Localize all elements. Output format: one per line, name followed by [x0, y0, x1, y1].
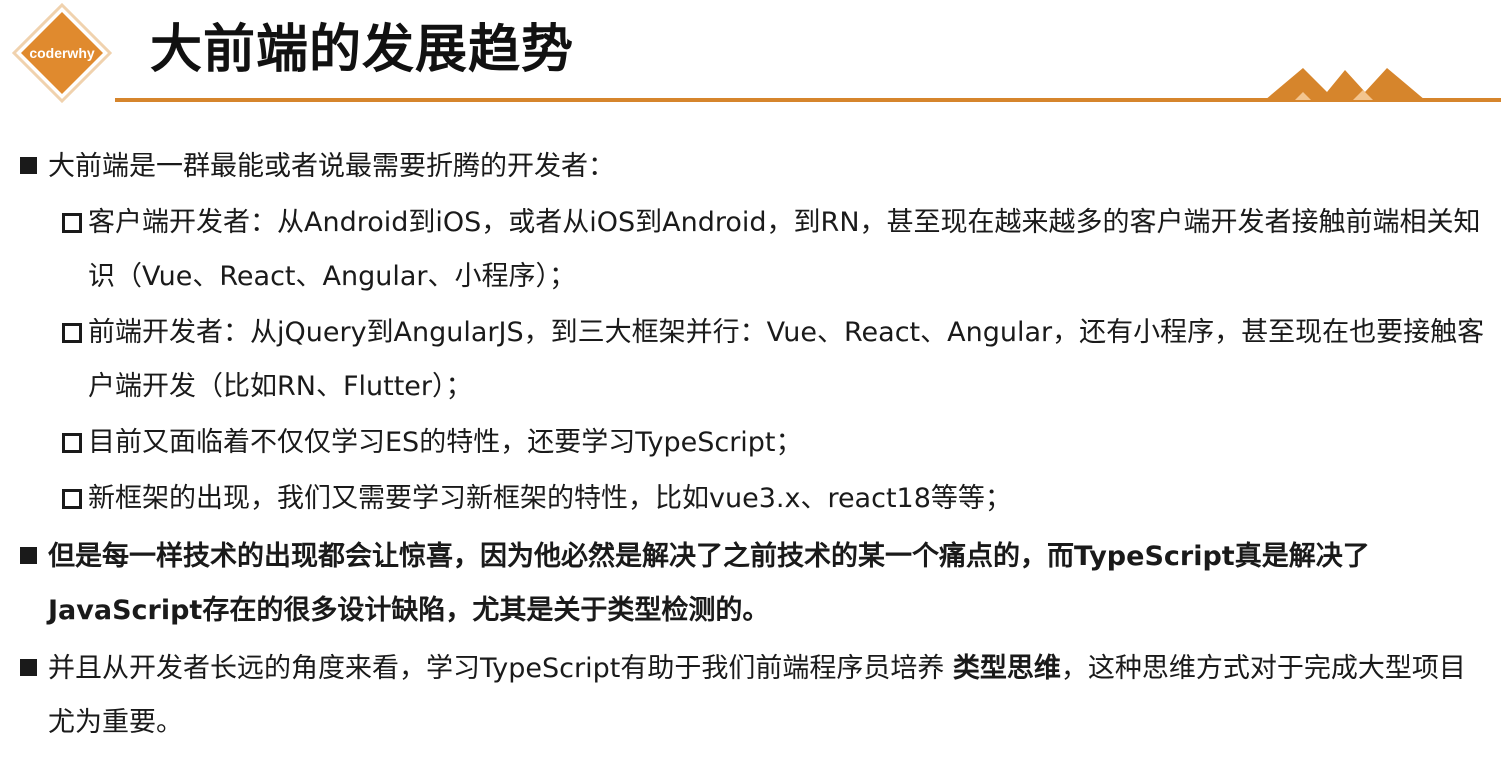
- emphasis-text: 类型思维: [952, 653, 1061, 684]
- main-bullet-type-thinking: 并且从开发者长远的角度来看，学习TypeScript有助于我们前端程序员培养 类…: [20, 642, 1490, 750]
- sub-bullet-typescript: 目前又面临着不仅仅学习ES的特性，还要学习TypeScript；: [20, 416, 1490, 470]
- logo-text: coderwhy: [29, 45, 95, 61]
- bullet-text: 但是每一样技术的出现都会让惊喜，因为他必然是解决了之前技术的某一个痛点的，而Ty…: [48, 541, 1370, 626]
- bullet-text: 前端开发者：从jQuery到AngularJS，到三大框架并行：Vue、Reac…: [88, 317, 1485, 402]
- hollow-square-icon: [62, 213, 82, 233]
- main-bullet-typescript-value: 但是每一样技术的出现都会让惊喜，因为他必然是解决了之前技术的某一个痛点的，而Ty…: [20, 530, 1490, 638]
- mountain-peaks-icon: [1265, 68, 1425, 100]
- filled-square-icon: [20, 659, 37, 676]
- filled-square-icon: [20, 547, 37, 564]
- slide-content: 大前端是一群最能或者说最需要折腾的开发者： 客户端开发者：从Android到iO…: [20, 140, 1490, 750]
- bullet-text: 大前端是一群最能或者说最需要折腾的开发者：: [48, 151, 615, 182]
- sub-bullet-client-developers: 客户端开发者：从Android到iOS，或者从iOS到Android，到RN，甚…: [20, 196, 1490, 304]
- hollow-square-icon: [62, 323, 82, 343]
- page-title: 大前端的发展趋势: [150, 20, 575, 80]
- coderwhy-logo: coderwhy: [12, 3, 112, 103]
- bullet-text: 目前又面临着不仅仅学习ES的特性，还要学习TypeScript；: [88, 427, 803, 458]
- bullet-text: 客户端开发者：从Android到iOS，或者从iOS到Android，到RN，甚…: [88, 207, 1481, 292]
- bullet-text-before: 并且从开发者长远的角度来看，学习TypeScript有助于我们前端程序员培养: [48, 653, 953, 684]
- hollow-square-icon: [62, 433, 82, 453]
- bullet-text: 新框架的出现，我们又需要学习新框架的特性，比如vue3.x、react18等等；: [88, 483, 1012, 514]
- filled-square-icon: [20, 157, 37, 174]
- hollow-square-icon: [62, 489, 82, 509]
- sub-bullet-frontend-developers: 前端开发者：从jQuery到AngularJS，到三大框架并行：Vue、Reac…: [20, 306, 1490, 414]
- sub-bullet-new-frameworks: 新框架的出现，我们又需要学习新框架的特性，比如vue3.x、react18等等；: [20, 472, 1490, 526]
- main-bullet-developers: 大前端是一群最能或者说最需要折腾的开发者：: [20, 140, 1490, 194]
